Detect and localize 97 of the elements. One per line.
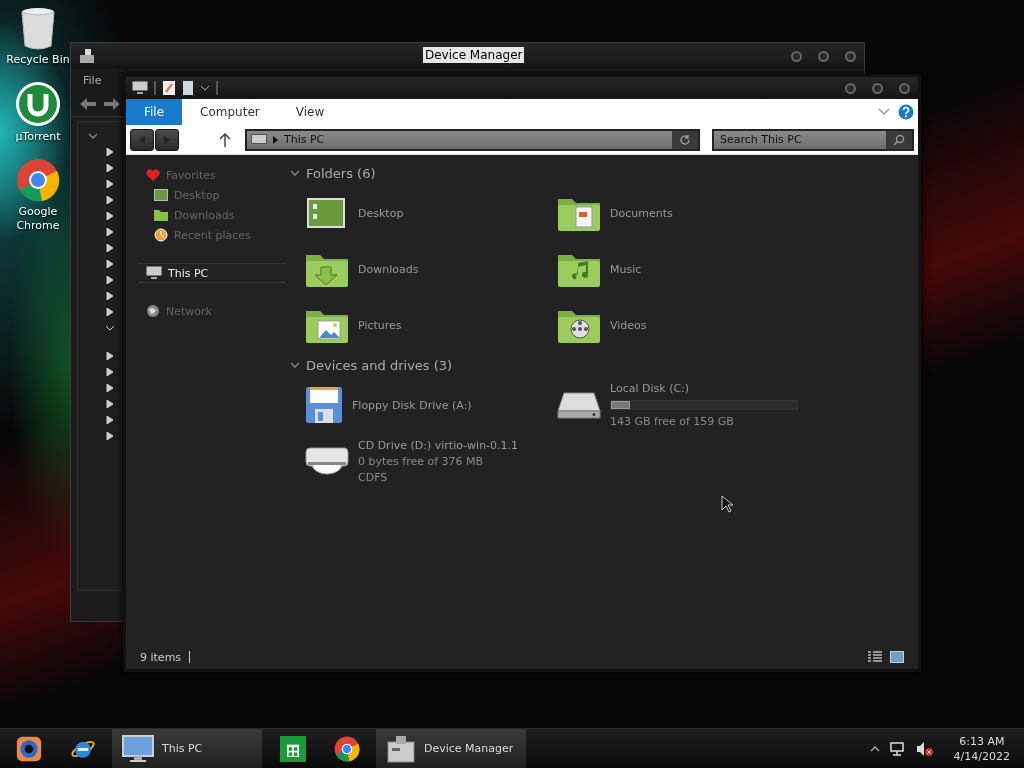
tree-collapsed-arrow-icon[interactable] (106, 212, 114, 220)
help-icon (898, 104, 914, 120)
nav-item[interactable]: This PC (138, 263, 286, 283)
tree-collapsed-arrow-icon[interactable] (106, 308, 114, 316)
tree-collapsed-arrow-icon[interactable] (106, 196, 114, 204)
address-path: This PC (284, 133, 325, 146)
item-name[interactable]: Documents (610, 205, 673, 221)
item-name[interactable]: Videos (610, 317, 647, 333)
taskbar-window-button[interactable]: Device Manager (376, 729, 526, 768)
computer-tools-icon (79, 48, 95, 64)
tree-collapsed-arrow-icon[interactable] (106, 352, 114, 360)
chevron-down-icon (878, 107, 890, 117)
collapse-chevron-icon[interactable] (290, 360, 300, 370)
monitor-icon (251, 133, 267, 146)
window-control[interactable] (845, 50, 856, 62)
window-control[interactable] (845, 82, 856, 94)
tree-collapsed-arrow-icon[interactable] (106, 164, 114, 172)
item-count: 9 items (140, 650, 182, 664)
clock-time[interactable]: 6:13 AM (959, 733, 1005, 749)
chrome-logo-icon (334, 734, 360, 763)
monitor-icon (122, 734, 154, 763)
item-name[interactable]: Floppy Disk Drive (A:) (352, 397, 472, 413)
tree-collapsed-arrow-icon[interactable] (106, 260, 114, 268)
item-detail: CDFS (358, 469, 389, 485)
network-icon (889, 740, 906, 757)
collapse-chevron-icon[interactable] (290, 168, 300, 178)
hard-drive-icon (556, 389, 602, 421)
large-icons-view-icon (890, 651, 904, 663)
item-name[interactable]: Music (610, 261, 642, 277)
back-arrow-icon (79, 96, 97, 111)
forward-arrow-icon (103, 96, 121, 111)
up-arrow-icon (219, 132, 231, 147)
desktop-icon-label[interactable]: µTorrent (4, 130, 72, 144)
collapse-chevron-icon (88, 131, 98, 141)
tree-collapsed-arrow-icon[interactable] (106, 384, 114, 392)
item-detail: 143 GB free of 159 GB (610, 414, 735, 429)
dropdown-caret-icon (200, 84, 210, 92)
menu-item[interactable]: File (83, 73, 102, 87)
search-box[interactable]: Search This PC (712, 128, 914, 151)
clock-icon (154, 228, 168, 242)
chevron-up-icon (869, 744, 880, 753)
item-name[interactable]: CD Drive (D:) virtio-win-0.1.1 (358, 437, 519, 453)
tree-collapsed-arrow-icon[interactable] (106, 432, 114, 440)
taskbar-window-button[interactable]: This PC (112, 729, 262, 768)
refresh-button[interactable] (672, 130, 698, 149)
desktop-icon-label[interactable]: Recycle Bin (4, 53, 72, 67)
desktop-icon-label[interactable]: Google Chrome (4, 205, 72, 233)
tree-expanded-chevron-icon[interactable] (88, 131, 98, 141)
item-name[interactable]: Local Disk (C:) (610, 381, 798, 396)
folder-icon (154, 209, 168, 221)
torrent-logo-icon (15, 81, 61, 127)
globe-icon (146, 304, 160, 318)
monitor-icon (132, 81, 148, 95)
search-field[interactable]: Search This PC (714, 132, 886, 147)
item-name[interactable]: Pictures (358, 317, 402, 333)
window-title: Device Manager (423, 47, 525, 63)
store-bag-icon (280, 733, 306, 764)
back-button[interactable] (130, 128, 154, 151)
toolbox-icon (386, 733, 416, 764)
details-view-icon (868, 651, 882, 663)
ribbon-tab[interactable]: File (126, 99, 183, 125)
properties-icon (162, 80, 176, 96)
search-icon[interactable] (886, 130, 912, 149)
window-control[interactable] (872, 82, 883, 94)
window-control[interactable] (791, 50, 802, 62)
forward-triangle-icon (164, 135, 170, 144)
mouse-pointer-icon (721, 495, 733, 513)
optical-drive-icon (304, 444, 350, 478)
back-triangle-icon (139, 135, 145, 144)
window-control[interactable] (899, 82, 910, 94)
document-icon (182, 80, 194, 96)
tree-collapsed-arrow-icon[interactable] (106, 292, 114, 300)
breadcrumb-arrow-icon (273, 135, 278, 144)
heart-icon (146, 168, 160, 182)
tree-collapsed-arrow-icon[interactable] (106, 148, 114, 156)
tree-collapsed-arrow-icon[interactable] (106, 276, 114, 284)
tree-collapsed-arrow-icon[interactable] (106, 400, 114, 408)
tree-collapsed-arrow-icon[interactable] (106, 180, 114, 188)
tree-collapsed-arrow-icon[interactable] (106, 416, 114, 424)
trash-bin-icon (20, 6, 56, 50)
monitor-icon (146, 266, 162, 280)
section-heading: Devices and drives (3) (306, 357, 453, 373)
tree-collapsed-arrow-icon[interactable] (106, 244, 114, 252)
chrome-logo-icon (16, 158, 60, 202)
section-heading: Folders (6) (306, 165, 376, 181)
tree-collapsed-arrow-icon[interactable] (106, 228, 114, 236)
refresh-icon (679, 133, 691, 146)
muted-speaker-icon (915, 740, 934, 757)
tree-collapsed-arrow-icon[interactable] (106, 368, 114, 376)
item-name[interactable]: Desktop (358, 205, 404, 221)
desktop-icon (154, 189, 168, 201)
address-bar[interactable]: This PC (245, 128, 700, 151)
forward-button[interactable] (155, 128, 179, 151)
item-name[interactable]: Downloads (358, 261, 419, 277)
clock-date[interactable]: 4/14/2022 (953, 748, 1010, 764)
item-detail: 0 bytes free of 376 MB (358, 453, 485, 469)
window-control[interactable] (818, 50, 829, 62)
